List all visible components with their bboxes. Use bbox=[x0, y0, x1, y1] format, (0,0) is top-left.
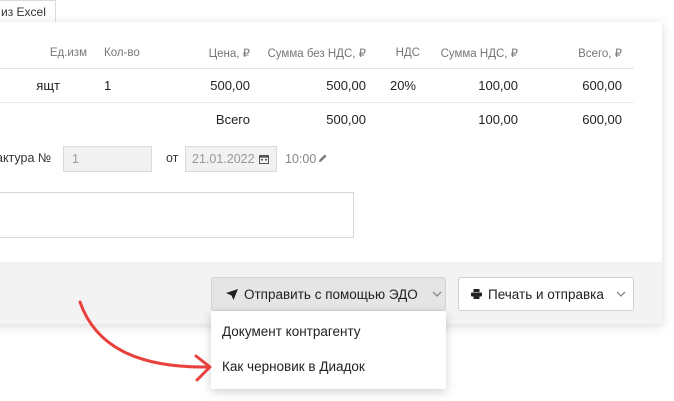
date-value: 21.01.2022 bbox=[192, 152, 255, 166]
time-value: 10:00 bbox=[285, 152, 317, 166]
print-send-button[interactable]: Печать и отправка bbox=[458, 277, 634, 311]
invoice-number-label: актура № bbox=[0, 151, 52, 165]
cell-qty[interactable]: 1 bbox=[95, 68, 200, 103]
col-price-header: Цена, ₽ bbox=[200, 38, 250, 69]
total-sum-no-vat: 500,00 bbox=[326, 112, 366, 127]
pencil-icon[interactable] bbox=[318, 153, 328, 163]
menu-item-draft-diadoc[interactable]: Как черновик в Диадок bbox=[222, 359, 365, 374]
col-total-header: Всего, ₽ bbox=[518, 38, 634, 69]
edo-dropdown-menu: Документ контрагенту Как черновик в Диад… bbox=[211, 311, 446, 389]
cell-vat[interactable]: 20% bbox=[366, 68, 422, 103]
date-from-label: от bbox=[166, 151, 179, 165]
send-edo-label: Отправить с помощью ЭДО bbox=[244, 286, 418, 302]
cell-sum-no-vat: 500,00 bbox=[250, 68, 366, 103]
cell-unit[interactable]: ящт bbox=[0, 68, 95, 103]
send-edo-button[interactable]: Отправить с помощью ЭДО bbox=[211, 277, 446, 311]
printer-icon bbox=[471, 289, 482, 299]
total-vat-sum: 100,00 bbox=[478, 112, 518, 127]
comment-textarea[interactable] bbox=[0, 192, 354, 238]
cell-price[interactable]: 500,00 bbox=[200, 68, 250, 103]
import-excel-tab[interactable]: из Excel bbox=[0, 0, 56, 23]
chevron-down-icon bbox=[616, 291, 626, 297]
col-vat-header: НДС bbox=[366, 38, 422, 69]
invoice-number-field[interactable]: 1 bbox=[63, 146, 152, 172]
items-table: Ед.изм Кол-во Цена, ₽ Сумма без НДС, ₽ Н… bbox=[0, 38, 634, 136]
calendar-icon[interactable] bbox=[259, 154, 269, 164]
col-vat-sum-header: Сумма НДС, ₽ bbox=[422, 38, 518, 69]
table-header-row: Ед.изм Кол-во Цена, ₽ Сумма без НДС, ₽ Н… bbox=[0, 38, 634, 69]
menu-item-document-to-counterparty[interactable]: Документ контрагенту bbox=[222, 324, 361, 339]
total-total: 600,00 bbox=[582, 112, 622, 127]
cell-vat-sum: 100,00 bbox=[422, 68, 518, 103]
table-row[interactable]: ящт 1 500,00 500,00 20% 100,00 600,00 bbox=[0, 68, 634, 103]
paper-plane-icon bbox=[226, 288, 238, 300]
table-total-row: Всего 500,00 100,00 600,00 bbox=[0, 103, 634, 137]
total-label: Всего bbox=[215, 112, 250, 127]
col-sum-no-vat-header: Сумма без НДС, ₽ bbox=[250, 38, 366, 69]
date-field[interactable]: 21.01.2022 bbox=[185, 146, 277, 172]
col-qty-header: Кол-во bbox=[95, 38, 200, 69]
chevron-down-icon bbox=[432, 291, 442, 297]
print-send-label: Печать и отправка bbox=[488, 286, 604, 302]
cell-total: 600,00 bbox=[518, 68, 634, 103]
col-unit-header: Ед.изм bbox=[0, 38, 95, 69]
